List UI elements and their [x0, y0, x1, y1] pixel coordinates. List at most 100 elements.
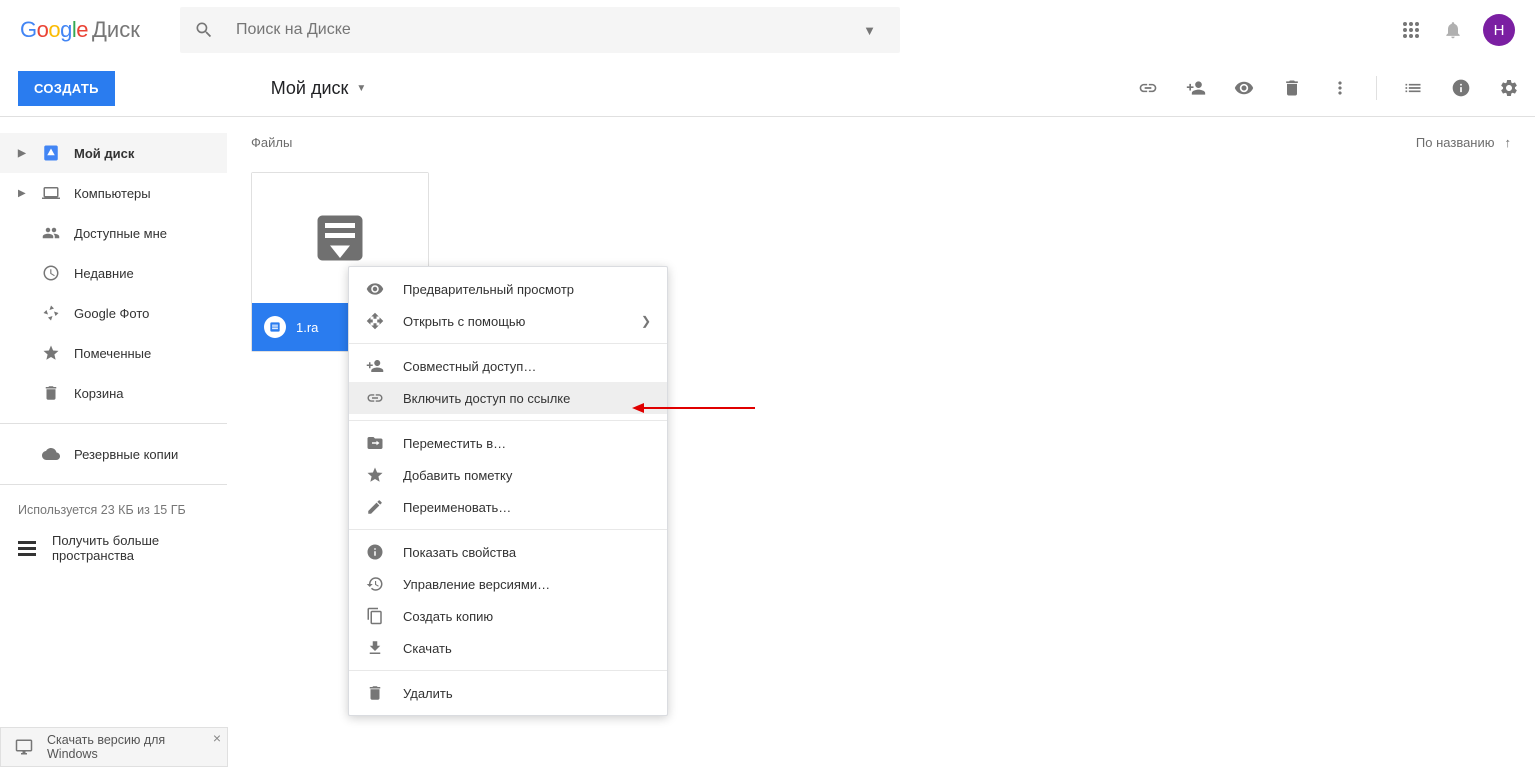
- sort-label: По названию: [1416, 135, 1495, 150]
- edit-icon: [365, 498, 385, 516]
- person-add-icon: [365, 357, 385, 375]
- sidebar-label: Резервные копии: [74, 447, 178, 462]
- cm-open-with[interactable]: Открыть с помощью ❯: [349, 305, 667, 337]
- computers-icon: [40, 184, 62, 202]
- sidebar-label: Помеченные: [74, 346, 151, 361]
- logo-area[interactable]: Google Диск: [20, 17, 180, 43]
- search-icon[interactable]: [192, 18, 216, 42]
- clock-icon: [40, 264, 62, 282]
- sidebar-item-trash[interactable]: Корзина: [0, 373, 227, 413]
- drive-icon: [40, 144, 62, 162]
- cm-star[interactable]: Добавить пометку: [349, 459, 667, 491]
- cm-rename[interactable]: Переименовать…: [349, 491, 667, 523]
- folder-breadcrumb[interactable]: Мой диск ▼: [271, 78, 367, 99]
- link-icon: [365, 389, 385, 407]
- chevron-right-icon: ❯: [641, 314, 651, 328]
- storage-bars-icon: [18, 539, 36, 557]
- cm-delete[interactable]: Удалить: [349, 677, 667, 709]
- file-type-icon: [264, 316, 286, 338]
- storage-text: Используется 23 КБ из 15 ГБ: [0, 495, 227, 525]
- sidebar: ▶ Мой диск ▶ Компьютеры Доступные мне Не…: [0, 117, 227, 767]
- folder-move-icon: [365, 434, 385, 452]
- settings-gear-icon[interactable]: [1497, 76, 1521, 100]
- more-vert-icon[interactable]: [1328, 76, 1352, 100]
- share-person-icon[interactable]: [1184, 76, 1208, 100]
- link-icon[interactable]: [1136, 76, 1160, 100]
- photos-icon: [40, 304, 62, 322]
- sidebar-item-computers[interactable]: ▶ Компьютеры: [0, 173, 227, 213]
- open-with-icon: [365, 312, 385, 330]
- divider: [0, 484, 227, 485]
- header-actions: Н: [1399, 14, 1515, 46]
- header: Google Диск ▼ Н: [0, 0, 1535, 60]
- sidebar-label: Недавние: [74, 266, 134, 281]
- google-logo: Google: [20, 17, 88, 43]
- divider: [349, 670, 667, 671]
- search-input[interactable]: [234, 20, 888, 40]
- file-name: 1.ra: [296, 320, 318, 335]
- sidebar-item-recent[interactable]: Недавние: [0, 253, 227, 293]
- get-more-label: Получить больше пространства: [52, 533, 209, 563]
- eye-icon: [365, 280, 385, 298]
- sidebar-item-my-drive[interactable]: ▶ Мой диск: [0, 133, 227, 173]
- file-toolbar: [1136, 76, 1521, 100]
- separator: [1376, 76, 1377, 100]
- cm-preview[interactable]: Предварительный просмотр: [349, 273, 667, 305]
- sidebar-item-backups[interactable]: Резервные копии: [0, 434, 227, 474]
- notifications-icon[interactable]: [1441, 18, 1465, 42]
- cm-share[interactable]: Совместный доступ…: [349, 350, 667, 382]
- section-header: Файлы По названию ↑: [251, 135, 1511, 150]
- info-icon[interactable]: [1449, 76, 1473, 100]
- sidebar-item-shared[interactable]: Доступные мне: [0, 213, 227, 253]
- divider: [349, 343, 667, 344]
- restore-icon: [365, 575, 385, 593]
- shared-icon: [40, 224, 62, 242]
- cm-get-link[interactable]: Включить доступ по ссылке: [349, 382, 667, 414]
- preview-eye-icon[interactable]: [1232, 76, 1256, 100]
- cm-versions[interactable]: Управление версиями…: [349, 568, 667, 600]
- cloud-icon: [40, 445, 62, 463]
- trash-icon: [40, 384, 62, 402]
- get-more-storage[interactable]: Получить больше пространства: [0, 525, 227, 571]
- sidebar-label: Google Фото: [74, 306, 149, 321]
- star-icon: [40, 344, 62, 362]
- sidebar-label: Корзина: [74, 386, 124, 401]
- trash-icon[interactable]: [1280, 76, 1304, 100]
- toolbar: СОЗДАТЬ Мой диск ▼: [0, 60, 1535, 117]
- sidebar-item-photos[interactable]: Google Фото: [0, 293, 227, 333]
- cm-move[interactable]: Переместить в…: [349, 427, 667, 459]
- sidebar-label: Мой диск: [74, 146, 134, 161]
- trash-icon: [365, 684, 385, 702]
- annotation-arrow: [630, 398, 760, 418]
- sort-control[interactable]: По названию ↑: [1416, 135, 1511, 150]
- sidebar-label: Компьютеры: [74, 186, 151, 201]
- profile-avatar[interactable]: Н: [1483, 14, 1515, 46]
- list-view-icon[interactable]: [1401, 76, 1425, 100]
- download-text: Скачать версию для Windows: [47, 733, 213, 761]
- cm-copy[interactable]: Создать копию: [349, 600, 667, 632]
- product-name: Диск: [92, 17, 140, 43]
- download-icon: [365, 639, 385, 657]
- search-bar[interactable]: ▼: [180, 7, 900, 53]
- divider: [349, 420, 667, 421]
- apps-icon[interactable]: [1399, 18, 1423, 42]
- star-icon: [365, 466, 385, 484]
- context-menu: Предварительный просмотр Открыть с помощ…: [348, 266, 668, 716]
- create-button[interactable]: СОЗДАТЬ: [18, 71, 115, 106]
- copy-icon: [365, 607, 385, 625]
- sort-arrow-icon: ↑: [1505, 135, 1512, 150]
- folder-name: Мой диск: [271, 78, 349, 99]
- desktop-icon: [15, 738, 33, 756]
- expand-icon: ▶: [18, 148, 28, 159]
- search-options-dropdown-icon[interactable]: ▼: [863, 23, 876, 38]
- expand-icon: ▶: [18, 188, 28, 199]
- close-icon[interactable]: ×: [213, 730, 221, 746]
- divider: [349, 529, 667, 530]
- dropdown-icon: ▼: [356, 83, 366, 94]
- cm-details[interactable]: Показать свойства: [349, 536, 667, 568]
- sidebar-label: Доступные мне: [74, 226, 167, 241]
- section-label: Файлы: [251, 135, 292, 150]
- download-desktop-bar[interactable]: Скачать версию для Windows ×: [0, 727, 228, 767]
- cm-download[interactable]: Скачать: [349, 632, 667, 664]
- sidebar-item-starred[interactable]: Помеченные: [0, 333, 227, 373]
